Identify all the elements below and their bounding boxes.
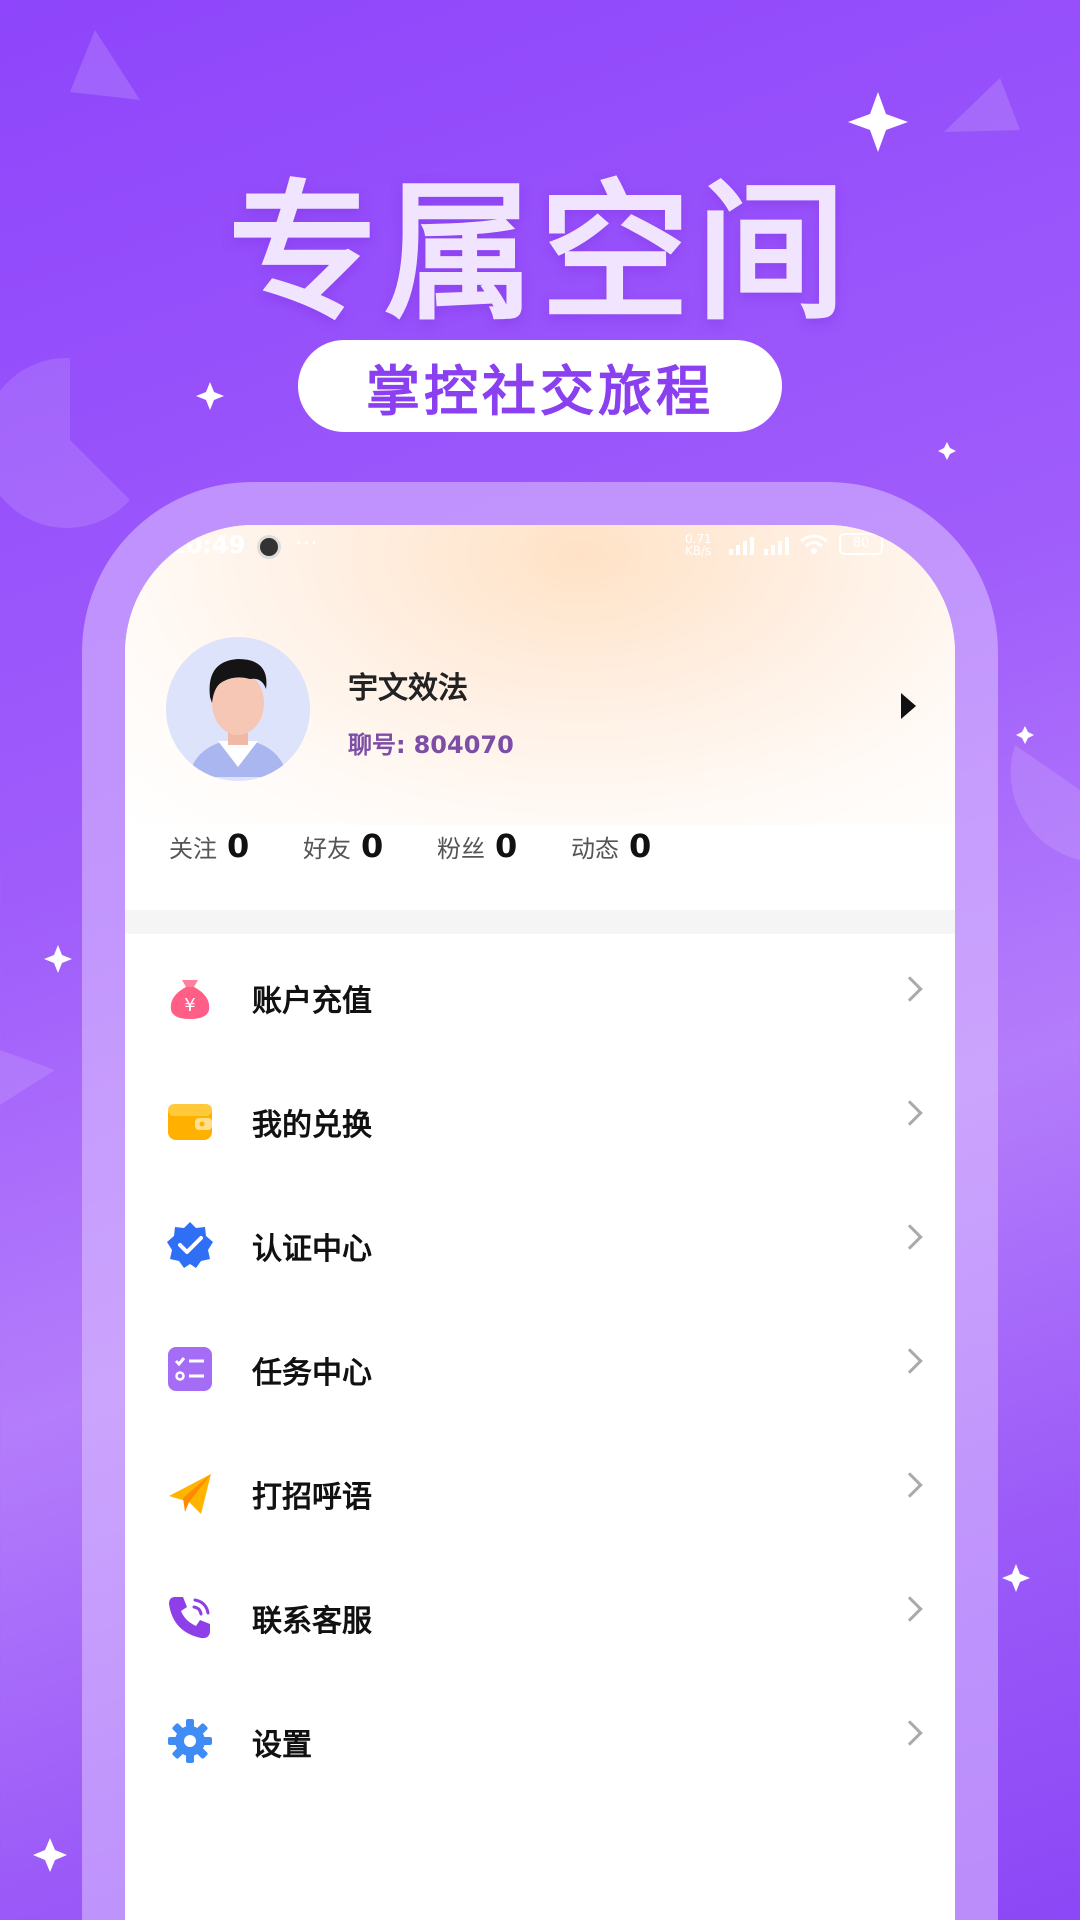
gear-icon [168, 1719, 212, 1763]
menu-item-label: 我的兑换 [252, 1108, 372, 1143]
avatar-person-icon [166, 637, 310, 781]
phone-icon [169, 1597, 210, 1639]
chevron-right-icon [897, 1100, 923, 1126]
stat-label: 好友 [303, 835, 351, 863]
chevron-right-icon [897, 1472, 923, 1498]
stat-value: 0 [629, 827, 652, 865]
svg-text:¥: ¥ [184, 995, 195, 1016]
menu-item-exchange[interactable]: 我的兑换 [125, 1058, 955, 1182]
menu-item-greetings[interactable]: 打招呼语 [125, 1430, 955, 1554]
stat-value: 0 [495, 827, 518, 865]
chevron-right-icon [897, 976, 923, 1002]
menu-item-label: 账户充值 [252, 984, 372, 1019]
network-speed-unit: KB/s [685, 544, 712, 558]
promo-tagline: 掌控社交旅程 [366, 359, 714, 423]
stat-label: 动态 [571, 835, 619, 863]
stats-row: 关注 0 好友 0 粉丝 0 动态 0 [169, 827, 705, 865]
phone-screen: 10:49 ··· 0.71 KB/s 80 宇文效法 聊号: 804070 关注 [125, 525, 955, 1920]
profile-arrow-icon[interactable] [901, 693, 916, 719]
menu-item-label: 任务中心 [252, 1356, 372, 1391]
chevron-right-icon [897, 1224, 923, 1250]
signal-icon-2 [764, 533, 789, 555]
stat-posts[interactable]: 动态 0 [571, 827, 705, 865]
chevron-right-icon [897, 1348, 923, 1374]
battery-icon: 80 [839, 533, 883, 555]
verified-badge-icon [167, 1222, 213, 1268]
menu-item-settings[interactable]: 设置 [125, 1678, 955, 1802]
menu-item-label: 联系客服 [252, 1604, 372, 1639]
menu-item-label: 认证中心 [252, 1232, 372, 1267]
stat-friends[interactable]: 好友 0 [303, 827, 437, 865]
chevron-right-icon [897, 1720, 923, 1746]
more-notifications-icon: ··· [295, 529, 318, 557]
section-divider [125, 910, 955, 934]
profile-id-label: 聊号: [348, 731, 406, 759]
network-speed: 0.71 KB/s [685, 533, 712, 557]
task-list-icon [168, 1347, 212, 1391]
stat-label: 粉丝 [437, 835, 485, 863]
wallet-icon [168, 1104, 212, 1140]
paper-plane-icon [169, 1474, 211, 1514]
menu-item-verification[interactable]: 认证中心 [125, 1182, 955, 1306]
menu-item-recharge[interactable]: ¥ 账户充值 [125, 934, 955, 1058]
profile-id: 聊号: 804070 [348, 725, 514, 760]
menu-item-label: 设置 [252, 1728, 312, 1763]
stat-fans[interactable]: 粉丝 0 [437, 827, 571, 865]
stat-following[interactable]: 关注 0 [169, 827, 303, 865]
stat-value: 0 [361, 827, 384, 865]
chevron-right-icon [897, 1596, 923, 1622]
wifi-icon [800, 534, 828, 554]
status-icons: 80 [729, 533, 883, 555]
menu-item-tasks[interactable]: 任务中心 [125, 1306, 955, 1430]
status-time: 10:49 [169, 531, 246, 559]
profile-id-value: 804070 [413, 731, 514, 759]
menu-item-customer-service[interactable]: 联系客服 [125, 1554, 955, 1678]
signal-icon [729, 533, 754, 555]
settings-menu: ¥ 账户充值 我的兑换 认证中心 任务中心 打招呼语 联系客服 设置 [125, 934, 955, 1802]
promo-headline: 专属空间 [227, 167, 852, 341]
avatar[interactable] [166, 637, 310, 781]
stat-value: 0 [227, 827, 250, 865]
clock-icon [257, 535, 281, 559]
profile-name: 宇文效法 [348, 671, 468, 706]
money-bag-icon: ¥ [170, 980, 210, 1019]
status-bar: 10:49 ··· 0.71 KB/s 80 [125, 529, 955, 565]
stat-label: 关注 [169, 835, 217, 863]
menu-item-label: 打招呼语 [252, 1480, 372, 1515]
promo-tagline-pill: 掌控社交旅程 [298, 340, 782, 432]
